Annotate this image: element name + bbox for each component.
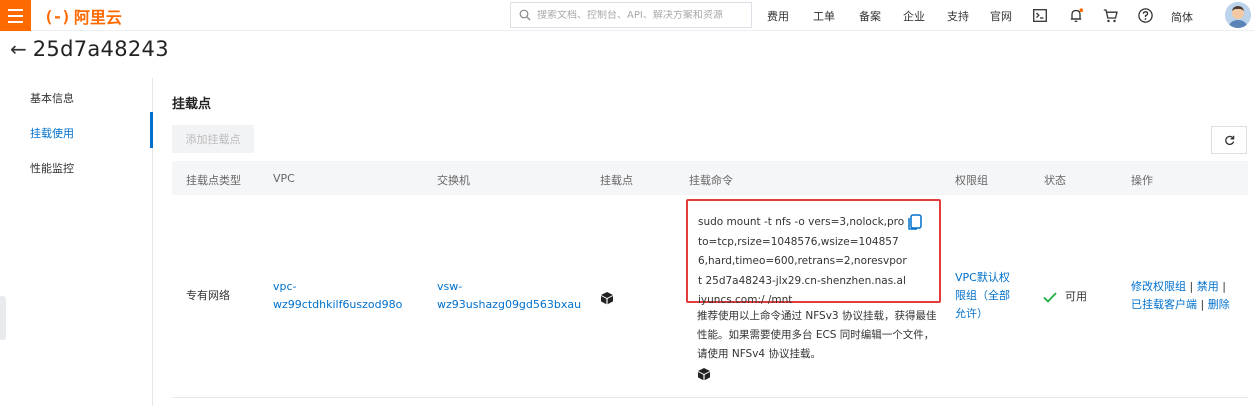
nav-link-tickets[interactable]: 工单 bbox=[813, 8, 835, 24]
col-header-vpc: VPC bbox=[273, 172, 295, 185]
logo-text: 阿里云 bbox=[73, 8, 122, 27]
search-input[interactable] bbox=[537, 9, 747, 21]
hamburger-menu-button[interactable] bbox=[0, 0, 31, 31]
language-switch[interactable]: 简体 bbox=[1171, 9, 1193, 25]
copy-icon[interactable] bbox=[907, 214, 923, 230]
nav-link-icp[interactable]: 备案 bbox=[859, 8, 881, 24]
delete-link[interactable]: 删除 bbox=[1208, 298, 1230, 311]
permission-group-link[interactable]: VPC默认权限组（全部允许） bbox=[955, 269, 1019, 323]
vpc-id-line: wz99ctdhkilf6uszod98o bbox=[273, 298, 403, 311]
table-header: 挂载点类型 VPC 交换机 挂载点 挂载命令 权限组 状态 操作 bbox=[172, 161, 1248, 195]
sidebar-active-indicator bbox=[150, 112, 153, 148]
left-sidebar: 基本信息 挂载使用 性能监控 bbox=[0, 78, 153, 406]
vpc-id-line: vpc- bbox=[273, 280, 297, 293]
table-row: 专有网络 vpc- wz99ctdhkilf6uszod98o vsw- wz9… bbox=[172, 195, 1248, 398]
section-title: 挂载点 bbox=[172, 97, 212, 112]
col-header-mount-command: 挂载命令 bbox=[689, 174, 733, 187]
top-bar: (-) 阿里云 费用 工单 备案 企业 支持 官网 简体 bbox=[0, 0, 1254, 31]
action-separator: | bbox=[1189, 280, 1194, 293]
action-separator: | bbox=[1222, 280, 1226, 293]
back-arrow-icon[interactable]: ← bbox=[10, 39, 27, 59]
search-icon bbox=[519, 9, 531, 21]
cell-vpc: vpc- wz99ctdhkilf6uszod98o bbox=[273, 278, 402, 314]
mount-command-highlight: sudo mount -t nfs -o vers=3,nolock,proto… bbox=[686, 199, 941, 306]
nav-link-enterprise[interactable]: 企业 bbox=[903, 8, 925, 24]
vswitch-id-link[interactable]: vsw- wz93ushazg09gd563bxau bbox=[437, 278, 581, 314]
aliyun-logo[interactable]: (-) 阿里云 bbox=[44, 5, 122, 28]
sidebar-item-performance-monitor[interactable]: 性能监控 bbox=[30, 160, 74, 176]
mount-command-note: 推荐使用以上命令通过 NFSv3 协议挂载，获得最佳性能。如果需要使用多台 EC… bbox=[697, 307, 937, 388]
global-search[interactable] bbox=[510, 2, 752, 28]
cart-icon[interactable] bbox=[1102, 7, 1119, 24]
nfsv4-cube-icon[interactable] bbox=[697, 367, 937, 388]
check-icon bbox=[1043, 291, 1057, 303]
logo-mark: (-) bbox=[44, 6, 71, 26]
refresh-button[interactable] bbox=[1211, 126, 1247, 154]
col-header-actions: 操作 bbox=[1131, 174, 1153, 187]
bell-icon[interactable] bbox=[1068, 7, 1085, 24]
cell-mount-type: 专有网络 bbox=[186, 289, 230, 302]
mount-note-text: 推荐使用以上命令通过 NFSv3 协议挂载，获得最佳性能。如果需要使用多台 EC… bbox=[697, 310, 937, 360]
sidebar-item-mount-usage[interactable]: 挂载使用 bbox=[30, 125, 74, 141]
sidebar-item-basic-info[interactable]: 基本信息 bbox=[30, 90, 74, 106]
modify-permission-group-link[interactable]: 修改权限组 bbox=[1131, 280, 1186, 293]
mount-command-text[interactable]: sudo mount -t nfs -o vers=3,nolock,proto… bbox=[698, 213, 908, 311]
menu-line bbox=[8, 8, 23, 11]
user-avatar[interactable] bbox=[1225, 2, 1251, 28]
nav-link-billing[interactable]: 费用 bbox=[767, 8, 789, 24]
col-header-status: 状态 bbox=[1044, 174, 1066, 187]
sidebar-collapse-handle[interactable] bbox=[0, 296, 6, 340]
vswitch-id-line: wz93ushazg09gd563bxau bbox=[437, 298, 582, 311]
status-text: 可用 bbox=[1065, 290, 1087, 303]
menu-line bbox=[8, 20, 23, 23]
cell-vswitch: vsw- wz93ushazg09gd563bxau bbox=[437, 278, 581, 314]
col-header-vswitch: 交换机 bbox=[437, 174, 470, 187]
status-badge: 可用 bbox=[1043, 288, 1087, 306]
vpc-id-link[interactable]: vpc- wz99ctdhkilf6uszod98o bbox=[273, 278, 402, 314]
refresh-icon bbox=[1224, 135, 1234, 145]
col-header-type: 挂载点类型 bbox=[186, 174, 241, 187]
row-actions: 修改权限组 | 禁用 | 已挂载客户端 | 删除 bbox=[1131, 278, 1243, 314]
disable-link[interactable]: 禁用 bbox=[1197, 280, 1219, 293]
mounted-clients-link[interactable]: 已挂载客户端 bbox=[1131, 298, 1197, 311]
mount-point-cube-icon[interactable] bbox=[600, 291, 614, 311]
nav-link-support[interactable]: 支持 bbox=[947, 8, 969, 24]
nav-link-official-site[interactable]: 官网 bbox=[990, 8, 1012, 24]
vswitch-id-line: vsw- bbox=[437, 280, 463, 293]
add-mount-point-button[interactable]: 添加挂载点 bbox=[172, 125, 254, 153]
action-separator: | bbox=[1200, 298, 1205, 311]
page-title: 25d7a48243 bbox=[32, 37, 169, 61]
col-header-permission-group: 权限组 bbox=[955, 174, 988, 187]
page-header: ← 25d7a48243 bbox=[10, 36, 169, 62]
menu-line bbox=[8, 14, 23, 17]
help-icon[interactable] bbox=[1137, 7, 1154, 24]
col-header-mount-point: 挂载点 bbox=[600, 174, 633, 187]
cloud-shell-icon[interactable] bbox=[1031, 7, 1048, 24]
